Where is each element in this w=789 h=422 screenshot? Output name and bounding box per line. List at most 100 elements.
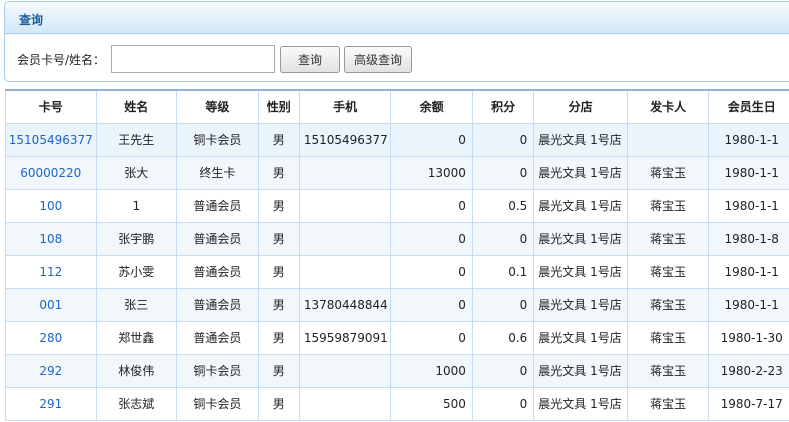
cell-issuer: 蒋宝玉 bbox=[626, 254, 710, 289]
cell-phone: 15105496377 bbox=[298, 122, 392, 157]
table-row[interactable]: 112 苏小雯 普通会员男 0 0.1 晨光文具 1号店 蒋宝玉 1980-1-1 bbox=[5, 254, 789, 289]
cell-issuer: 蒋宝玉 bbox=[626, 287, 710, 322]
cell-issuer: 蒋宝玉 bbox=[626, 221, 710, 256]
cell-card-no[interactable]: 100 bbox=[5, 188, 97, 223]
cell-level: 终生卡 bbox=[176, 155, 259, 190]
cell-balance: 0 bbox=[390, 287, 473, 322]
cell-branch: 晨光文具 1号店 bbox=[533, 320, 628, 355]
cell-phone bbox=[298, 188, 392, 223]
cell-level: 普通会员 bbox=[176, 221, 259, 256]
table-row[interactable]: 60000220 张大 终生卡男 13000 0 晨光文具 1号店 蒋宝玉 1980-1-1 bbox=[5, 155, 789, 190]
cell-points: 0.1 bbox=[471, 254, 535, 289]
cell-card-no[interactable]: 001 bbox=[5, 287, 97, 322]
cell-card-no[interactable]: 280 bbox=[5, 320, 97, 355]
cell-gender: 男 bbox=[257, 122, 300, 157]
search-bar: 会员卡号/姓名： 查询 高级查询 bbox=[17, 45, 416, 73]
header-gender[interactable]: 性别 bbox=[257, 89, 300, 124]
header-birthday[interactable]: 会员生日 bbox=[708, 89, 789, 124]
cell-issuer bbox=[626, 122, 710, 157]
cell-balance: 0 bbox=[390, 221, 473, 256]
cell-name: 张宇鹏 bbox=[95, 221, 178, 256]
cell-level: 普通会员 bbox=[176, 188, 259, 223]
header-card-no[interactable]: 卡号 bbox=[5, 89, 97, 124]
panel-title: 查询 bbox=[5, 2, 789, 34]
member-table: 卡号 姓名 等级 性别 手机 余额 积分 分店 发卡人 会员生日 15105496377 王先生 铜卡… bbox=[5, 89, 789, 421]
cell-birthday: 1980-1-1 bbox=[708, 122, 789, 157]
header-balance[interactable]: 余额 bbox=[390, 89, 473, 124]
table-header: 卡号 姓名 等级 性别 手机 余额 积分 分店 发卡人 会员生日 bbox=[5, 89, 789, 124]
table-row[interactable]: 108 张宇鹏 普通会员男 0 0 晨光文具 1号店 蒋宝玉 1980-1-8 bbox=[5, 221, 789, 256]
cell-phone bbox=[298, 155, 392, 190]
cell-balance: 500 bbox=[390, 386, 473, 421]
table-row[interactable]: 100 1 普通会员男 0 0.5 晨光文具 1号店 蒋宝玉 1980-1-1 bbox=[5, 188, 789, 223]
search-button[interactable]: 查询 bbox=[280, 45, 341, 73]
cell-balance: 1000 bbox=[390, 353, 473, 388]
cell-level: 铜卡会员 bbox=[176, 353, 259, 388]
search-label: 会员卡号/姓名： bbox=[17, 52, 106, 67]
cell-name: 张志斌 bbox=[95, 386, 178, 421]
header-name[interactable]: 姓名 bbox=[95, 89, 178, 124]
cell-birthday: 1980-1-1 bbox=[708, 254, 789, 289]
cell-gender: 男 bbox=[257, 221, 300, 256]
cell-birthday: 1980-1-1 bbox=[708, 155, 789, 190]
cell-phone: 15959879091 bbox=[298, 320, 392, 355]
cell-card-no[interactable]: 112 bbox=[5, 254, 97, 289]
table-row[interactable]: 292 林俊伟 铜卡会员男 1000 0 晨光文具 1号店 蒋宝玉 1980-2-23 bbox=[5, 353, 789, 388]
cell-name: 林俊伟 bbox=[95, 353, 178, 388]
cell-phone bbox=[298, 353, 392, 388]
search-input[interactable] bbox=[111, 45, 276, 73]
cell-gender: 男 bbox=[257, 353, 300, 388]
advanced-search-button[interactable]: 高级查询 bbox=[344, 45, 413, 73]
table-row[interactable]: 291 张志斌 铜卡会员男 500 0 晨光文具 1号店 蒋宝玉 1980-7-17 bbox=[5, 386, 789, 421]
cell-points: 0 bbox=[471, 386, 535, 421]
header-issuer[interactable]: 发卡人 bbox=[626, 89, 710, 124]
cell-card-no[interactable]: 15105496377 bbox=[5, 122, 97, 157]
cell-gender: 男 bbox=[257, 320, 300, 355]
cell-branch: 晨光文具 1号店 bbox=[533, 188, 628, 223]
cell-level: 普通会员 bbox=[176, 254, 259, 289]
cell-balance: 0 bbox=[390, 254, 473, 289]
cell-card-no[interactable]: 108 bbox=[5, 221, 97, 256]
cell-card-no[interactable]: 292 bbox=[5, 353, 97, 388]
header-branch[interactable]: 分店 bbox=[533, 89, 628, 124]
cell-branch: 晨光文具 1号店 bbox=[533, 155, 628, 190]
cell-branch: 晨光文具 1号店 bbox=[533, 353, 628, 388]
cell-level: 铜卡会员 bbox=[176, 122, 259, 157]
table-row[interactable]: 001 张三 普通会员男 13780448844 0 0 晨光文具 1号店 蒋宝玉 1980-1… bbox=[5, 287, 789, 322]
cell-branch: 晨光文具 1号店 bbox=[533, 221, 628, 256]
cell-level: 铜卡会员 bbox=[176, 386, 259, 421]
cell-name: 苏小雯 bbox=[95, 254, 178, 289]
cell-issuer: 蒋宝玉 bbox=[626, 320, 710, 355]
cell-name: 张三 bbox=[95, 287, 178, 322]
cell-birthday: 1980-1-30 bbox=[708, 320, 789, 355]
cell-points: 0.5 bbox=[471, 188, 535, 223]
cell-issuer: 蒋宝玉 bbox=[626, 188, 710, 223]
cell-birthday: 1980-1-8 bbox=[708, 221, 789, 256]
table-row[interactable]: 15105496377 王先生 铜卡会员男 15105496377 0 0 晨光文具 1号店… bbox=[5, 122, 789, 157]
cell-phone: 13780448844 bbox=[298, 287, 392, 322]
cell-branch: 晨光文具 1号店 bbox=[533, 386, 628, 421]
cell-birthday: 1980-7-17 bbox=[708, 386, 789, 421]
cell-phone bbox=[298, 221, 392, 256]
cell-phone bbox=[298, 254, 392, 289]
header-points[interactable]: 积分 bbox=[471, 89, 535, 124]
table-row[interactable]: 280 郑世鑫 普通会员男 15959879091 0 0.6 晨光文具 1号店 蒋宝玉 198… bbox=[5, 320, 789, 355]
search-panel: 查询 会员卡号/姓名： 查询 高级查询 bbox=[4, 1, 789, 82]
cell-card-no[interactable]: 60000220 bbox=[5, 155, 97, 190]
cell-gender: 男 bbox=[257, 155, 300, 190]
header-level[interactable]: 等级 bbox=[176, 89, 259, 124]
cell-points: 0 bbox=[471, 122, 535, 157]
cell-branch: 晨光文具 1号店 bbox=[533, 287, 628, 322]
cell-balance: 13000 bbox=[390, 155, 473, 190]
cell-points: 0 bbox=[471, 353, 535, 388]
cell-birthday: 1980-1-1 bbox=[708, 287, 789, 322]
cell-points: 0.6 bbox=[471, 320, 535, 355]
cell-gender: 男 bbox=[257, 188, 300, 223]
cell-balance: 0 bbox=[390, 320, 473, 355]
cell-issuer: 蒋宝玉 bbox=[626, 353, 710, 388]
header-phone[interactable]: 手机 bbox=[298, 89, 392, 124]
cell-level: 普通会员 bbox=[176, 287, 259, 322]
cell-name: 郑世鑫 bbox=[95, 320, 178, 355]
cell-card-no[interactable]: 291 bbox=[5, 386, 97, 421]
cell-gender: 男 bbox=[257, 287, 300, 322]
